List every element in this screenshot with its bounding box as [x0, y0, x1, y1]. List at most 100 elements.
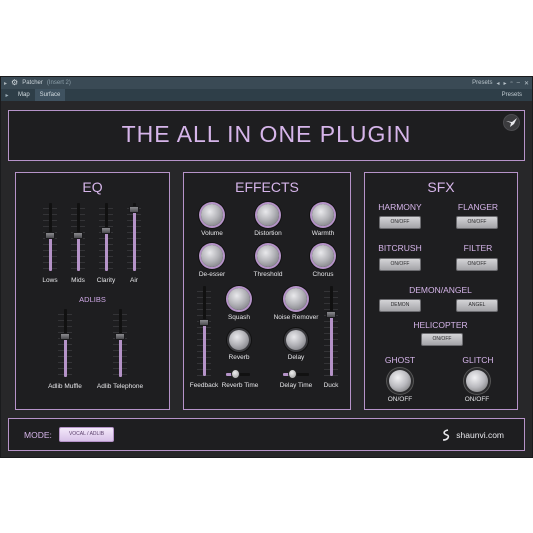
clarity-label: Clarity: [96, 277, 116, 284]
effects-panel: EFFECTS Volume Distortion Warmth De-esse…: [183, 172, 351, 410]
clarity-slider-thumb[interactable]: [101, 227, 111, 234]
filter-label: FILTER: [463, 243, 493, 253]
glitch-onoff-label: ON/OFF: [464, 396, 490, 403]
chorus-knob[interactable]: [312, 245, 334, 267]
insert-label: (Insert 2): [46, 80, 71, 86]
warmth-knob[interactable]: [312, 204, 334, 226]
bitcrush-label: BITCRUSH: [378, 243, 422, 253]
squash-label: Squash: [227, 314, 251, 321]
threshold-label: Threshold: [253, 271, 283, 278]
squash-knob[interactable]: [228, 288, 250, 310]
tab-bar: ▸ Map Surface Presets: [1, 89, 532, 101]
adlib-telephone-slider-fill: [118, 336, 122, 377]
lows-slider-fill: [48, 235, 52, 271]
sfx-title: SFX: [427, 179, 455, 195]
brand-link[interactable]: shaunvi.com: [456, 430, 504, 440]
bird-logo-button[interactable]: [503, 114, 520, 131]
adlib-telephone-label: Adlib Telephone: [96, 383, 144, 390]
adlib-muffle-slider[interactable]: [57, 309, 73, 377]
adlib-muffle-slider-fill: [63, 336, 67, 377]
harmony-label: HARMONY: [378, 202, 422, 212]
mids-label: Mids: [71, 277, 85, 284]
delay-time-thumb[interactable]: [288, 369, 297, 379]
mode-selector[interactable]: VOCAL / ADLIB: [59, 427, 114, 442]
helicopter-toggle[interactable]: ON/OFF: [421, 333, 463, 346]
flanger-toggle[interactable]: ON/OFF: [456, 216, 498, 229]
lows-slider-thumb[interactable]: [45, 232, 55, 239]
mids-slider[interactable]: [70, 203, 86, 271]
feedback-slider-fill: [202, 322, 206, 376]
glitch-knob[interactable]: [466, 370, 488, 392]
bitcrush-toggle[interactable]: ON/OFF: [379, 258, 421, 271]
mode-label: MODE:: [24, 430, 52, 440]
tab-menu-icon[interactable]: ▸: [1, 92, 13, 99]
reverb-knob[interactable]: [229, 330, 249, 350]
angel-button[interactable]: ANGEL: [456, 299, 498, 312]
surface-presets-menu[interactable]: Presets: [502, 92, 522, 98]
adlib-muffle-label: Adlib Muffle: [48, 383, 82, 390]
brand[interactable]: shaunvi.com: [441, 429, 504, 441]
clarity-slider-fill: [104, 230, 108, 271]
tab-map[interactable]: Map: [13, 89, 35, 101]
de-esser-knob[interactable]: [201, 245, 223, 267]
demon-angel-label: DEMON/ANGEL: [409, 285, 472, 295]
duck-slider-fill: [329, 313, 333, 376]
close-icon[interactable]: ✕: [524, 80, 529, 87]
eq-title: EQ: [82, 179, 103, 195]
glitch-label: GLITCH: [462, 355, 494, 365]
mids-slider-fill: [76, 235, 80, 271]
adlib-telephone-slider-thumb[interactable]: [115, 333, 125, 340]
tab-surface[interactable]: Surface: [34, 89, 66, 101]
reverb-time-label: Reverb Time: [221, 382, 259, 389]
air-slider-thumb[interactable]: [129, 206, 139, 213]
brand-logo-icon: [443, 429, 450, 441]
demon-button[interactable]: DEMON: [379, 299, 421, 312]
plugin-window: ▸ ⚙ Patcher (Insert 2) Presets ◂ ▸ ▫ – ✕…: [0, 76, 533, 458]
prev-preset-icon[interactable]: ◂: [496, 80, 499, 87]
air-label: Air: [130, 277, 138, 284]
effects-title: EFFECTS: [235, 179, 299, 195]
reverb-time-slider[interactable]: [226, 369, 250, 379]
distortion-label: Distortion: [254, 230, 282, 237]
next-preset-icon[interactable]: ▸: [503, 80, 506, 87]
air-slider-fill: [132, 206, 136, 271]
noise-remover-knob[interactable]: [285, 288, 307, 310]
ghost-label: GHOST: [384, 355, 416, 365]
reverb-label: Reverb: [228, 354, 250, 361]
sfx-panel: SFX HARMONY ON/OFF FLANGER ON/OFF BITCRU…: [364, 172, 518, 410]
bird-icon: [506, 118, 517, 127]
filter-toggle[interactable]: ON/OFF: [456, 258, 498, 271]
eq-panel: EQ Lows Mids Clarity Air ADLIBS Adlib Mu…: [15, 172, 170, 410]
plugin-title: THE ALL IN ONE PLUGIN: [121, 121, 412, 147]
threshold-knob[interactable]: [257, 245, 279, 267]
volume-knob[interactable]: [201, 204, 223, 226]
mode-panel: MODE: VOCAL / ADLIB shaunvi.com: [8, 418, 525, 451]
feedback-label: Feedback: [189, 382, 219, 389]
feedback-slider-thumb[interactable]: [199, 319, 209, 326]
duck-slider-thumb[interactable]: [326, 311, 336, 318]
distortion-knob[interactable]: [257, 204, 279, 226]
de-esser-label: De-esser: [198, 271, 226, 278]
lows-slider[interactable]: [42, 203, 58, 271]
minimize-icon[interactable]: –: [517, 80, 520, 86]
adlib-telephone-slider[interactable]: [112, 309, 128, 377]
adlib-muffle-slider-thumb[interactable]: [60, 333, 70, 340]
detach-icon[interactable]: ▫: [510, 80, 512, 86]
delay-time-slider[interactable]: [283, 369, 309, 379]
mids-slider-thumb[interactable]: [73, 232, 83, 239]
menu-arrow-icon[interactable]: ▸: [4, 80, 7, 87]
delay-knob[interactable]: [286, 330, 306, 350]
air-slider[interactable]: [126, 203, 142, 271]
feedback-slider[interactable]: [197, 286, 211, 376]
ghost-knob[interactable]: [389, 370, 411, 392]
delay-label: Delay: [287, 354, 305, 361]
duck-slider[interactable]: [324, 286, 338, 376]
gear-icon[interactable]: ⚙: [11, 79, 18, 87]
lows-label: Lows: [42, 277, 58, 284]
clarity-slider[interactable]: [98, 203, 114, 271]
presets-menu[interactable]: Presets: [472, 80, 492, 86]
harmony-toggle[interactable]: ON/OFF: [379, 216, 421, 229]
reverb-time-thumb[interactable]: [231, 369, 240, 379]
flanger-label: FLANGER: [457, 202, 499, 212]
plugin-surface: THE ALL IN ONE PLUGIN EQ Lows Mids Clari…: [1, 101, 532, 457]
